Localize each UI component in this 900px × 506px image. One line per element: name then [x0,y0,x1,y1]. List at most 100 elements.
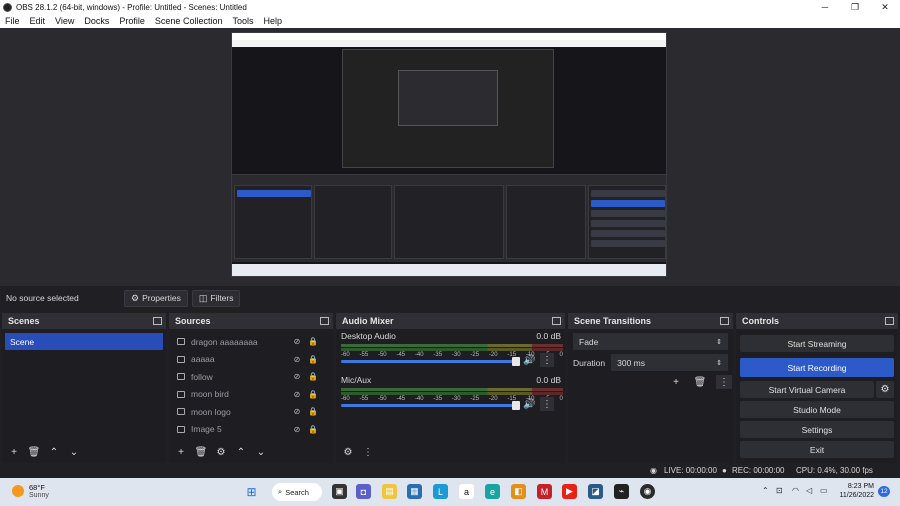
speaker-tray-icon[interactable]: ◁ [806,486,812,495]
move-scene-down-icon[interactable]: ⌄ [66,445,82,459]
visibility-hidden-icon[interactable]: ⊘ [291,372,303,381]
volume-slider[interactable] [341,357,520,366]
source-row[interactable]: Image 5 ⊘ 🔒 [169,421,333,439]
visibility-hidden-icon[interactable]: ⊘ [291,425,303,434]
channel-menu-kebab-icon[interactable]: ⋮ [540,397,554,411]
menu-file[interactable]: File [0,16,25,26]
studio-mode-button[interactable]: Studio Mode [740,401,894,418]
wifi-icon[interactable]: ◠ [792,486,799,495]
virtual-camera-gear-icon[interactable]: ⚙ [876,381,894,398]
preview-area [0,28,900,286]
visibility-hidden-icon[interactable]: ⊘ [291,355,303,364]
add-source-button[interactable]: + [173,445,189,459]
move-scene-up-icon[interactable]: ⌃ [46,445,62,459]
properties-button[interactable]: ⚙ Properties [124,289,188,307]
filters-button[interactable]: ◫ Filters [191,289,241,307]
sources-dock-title: Sources [175,316,211,326]
visibility-hidden-icon[interactable]: ⊘ [291,337,303,346]
chevron-updown-icon: ⇕ [716,338,722,346]
remove-source-trash-icon[interactable]: 🗑 [193,445,209,459]
source-row[interactable]: moon bird ⊘ 🔒 [169,386,333,404]
remove-transition-trash-icon[interactable]: 🗑 [692,375,708,389]
photos-icon[interactable]: ◪ [588,484,603,499]
tray-chevron-up-icon[interactable]: ⌃ [762,486,769,495]
tray-app-icon[interactable]: ⊡ [776,486,783,495]
lock-icon[interactable]: 🔒 [307,337,319,346]
lock-icon[interactable]: 🔒 [307,355,319,364]
menu-view[interactable]: View [50,16,79,26]
menu-docks[interactable]: Docks [79,16,114,26]
close-button[interactable]: ✕ [870,2,900,13]
volume-slider-handle[interactable] [512,357,520,366]
program-preview[interactable] [231,32,667,277]
undock-icon[interactable] [320,317,329,325]
speaker-icon[interactable]: 🔊 [523,399,535,410]
scene-item[interactable]: Scene [5,333,163,350]
source-row[interactable]: moon logo ⊘ 🔒 [169,403,333,421]
move-source-down-icon[interactable]: ⌄ [253,445,269,459]
menu-edit[interactable]: Edit [25,16,51,26]
weather-widget[interactable]: 68°F Sunny [12,483,49,499]
transition-select[interactable]: Fade ⇕ [573,333,728,350]
lock-icon[interactable]: 🔒 [307,372,319,381]
taskbar-search[interactable]: ⌕ Search [272,483,322,501]
visibility-hidden-icon[interactable]: ⊘ [291,407,303,416]
menu-tools[interactable]: Tools [227,16,258,26]
windows-start-icon[interactable]: ⊞ [244,484,259,499]
preview-nested-button-primary [591,200,665,207]
lock-icon[interactable]: 🔒 [307,407,319,416]
source-label: Image 5 [191,424,222,435]
settings-button[interactable]: Settings [740,421,894,438]
undock-icon[interactable] [552,317,561,325]
start-recording-button[interactable]: Start Recording [740,358,894,377]
add-transition-button[interactable]: + [668,375,684,389]
restore-button[interactable]: ❐ [840,2,870,13]
source-row[interactable]: aaaaa ⊘ 🔒 [169,351,333,369]
move-source-up-icon[interactable]: ⌃ [233,445,249,459]
youtube-icon[interactable]: ▶ [562,484,577,499]
obs-taskbar-icon[interactable]: ◉ [640,484,655,499]
menu-scene-collection[interactable]: Scene Collection [150,16,228,26]
transition-menu-kebab-icon[interactable]: ⋮ [716,375,732,389]
start-virtual-camera-button[interactable]: Start Virtual Camera [740,381,874,398]
source-row[interactable]: dragon aaaaaaaa ⊘ 🔒 [169,333,333,351]
spinner-arrows-icon[interactable]: ⇕ [716,359,722,367]
battery-icon[interactable]: ▭ [820,486,828,495]
window-controls: ─ ❐ ✕ [810,2,900,13]
mcafee-icon[interactable]: M [537,484,552,499]
taskbar-clock[interactable]: 8:23 PM 11/26/2022 [838,482,874,500]
mixer-menu-kebab-icon[interactable]: ⋮ [360,445,376,459]
amazon-icon[interactable]: a [459,484,474,499]
add-scene-button[interactable]: + [6,445,22,459]
volume-slider-handle[interactable] [512,401,520,410]
undock-icon[interactable] [720,317,729,325]
teams-chat-icon[interactable]: ◘ [356,484,371,499]
start-streaming-button[interactable]: Start Streaming [740,335,894,352]
speaker-icon[interactable]: 🔊 [523,355,535,366]
l-app-icon[interactable]: L [433,484,448,499]
source-row[interactable]: follow ⊘ 🔒 [169,368,333,386]
channel-menu-kebab-icon[interactable]: ⋮ [540,353,554,367]
lock-icon[interactable]: 🔒 [307,425,319,434]
advanced-audio-gear-icon[interactable]: ⚙ [340,445,356,459]
source-properties-gear-icon[interactable]: ⚙ [213,445,229,459]
volume-slider[interactable] [341,401,520,410]
undock-icon[interactable] [885,317,894,325]
visibility-hidden-icon[interactable]: ⊘ [291,390,303,399]
exit-button[interactable]: Exit [740,441,894,458]
capcut-icon[interactable]: ⌁ [614,484,629,499]
minimize-button[interactable]: ─ [810,2,840,13]
microsoft-store-icon[interactable]: ◧ [511,484,526,499]
lock-icon[interactable]: 🔒 [307,390,319,399]
store-icon[interactable]: ▦ [407,484,422,499]
duration-spinbox[interactable]: 300 ms ⇕ [611,354,728,371]
menu-help[interactable]: Help [258,16,287,26]
undock-icon[interactable] [153,317,162,325]
virtual-camera-row: Start Virtual Camera ⚙ [736,381,898,398]
task-view-icon[interactable]: ▣ [332,484,347,499]
remove-scene-trash-icon[interactable]: 🗑 [26,445,42,459]
edge-icon[interactable]: e [485,484,500,499]
file-explorer-icon[interactable]: ▤ [382,484,397,499]
notification-badge[interactable]: 12 [878,486,890,497]
menu-profile[interactable]: Profile [114,16,150,26]
